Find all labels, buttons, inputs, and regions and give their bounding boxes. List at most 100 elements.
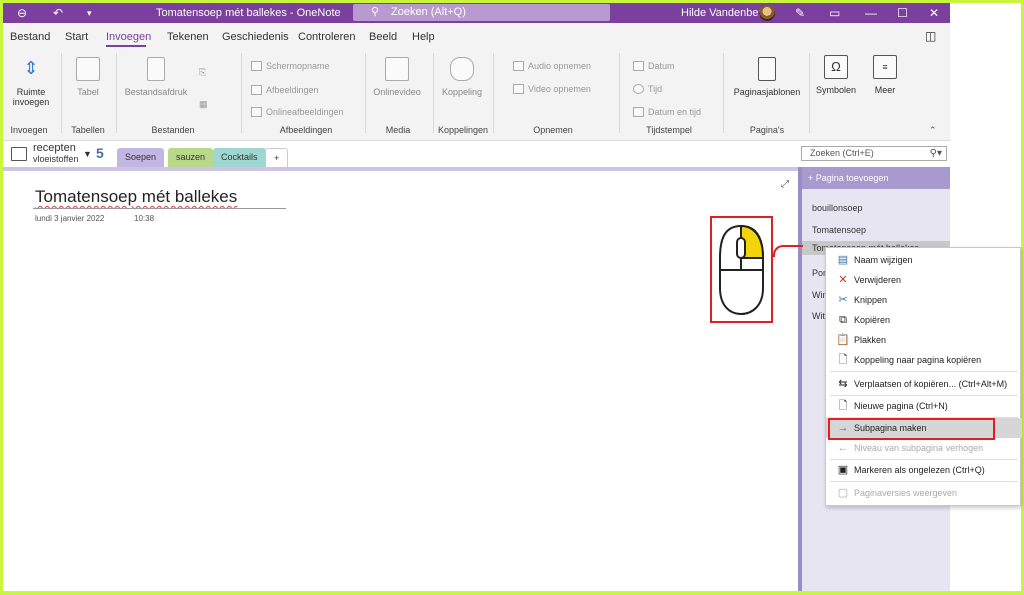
menu-item-paste[interactable]: 📋 Plakken bbox=[826, 330, 1022, 350]
group-separator bbox=[116, 53, 117, 133]
record-audio-label: Audio opnemen bbox=[528, 61, 592, 71]
notebook-icon[interactable] bbox=[11, 147, 27, 161]
tab-start[interactable]: Start bbox=[65, 31, 88, 43]
minimize-button[interactable]: — bbox=[865, 3, 877, 23]
insert-space-button[interactable]: ⇕ Ruimte invoegen bbox=[9, 57, 53, 107]
title-underline bbox=[33, 208, 286, 209]
tab-help[interactable]: Help bbox=[412, 31, 435, 43]
page-item[interactable]: bouillonsoep bbox=[812, 203, 863, 213]
page-canvas[interactable]: Tomatensoep mét ballekes lundi 3 janvier… bbox=[3, 167, 798, 591]
page-templates-label: Paginasjablonen bbox=[733, 87, 801, 97]
search-box[interactable]: ⚲ Zoeken (Alt+Q) bbox=[353, 4, 610, 21]
group-separator bbox=[365, 53, 366, 133]
table-button[interactable]: Tabel bbox=[68, 57, 108, 97]
clock-icon bbox=[633, 84, 644, 94]
menu-item-label: Naam wijzigen bbox=[854, 255, 913, 265]
record-video-button[interactable]: Video opnemen bbox=[513, 84, 591, 94]
spreadsheet-icon[interactable]: ▦ bbox=[199, 99, 208, 110]
page-templates-button[interactable]: Paginasjablonen bbox=[731, 57, 803, 97]
sync-icon[interactable]: 5 bbox=[96, 145, 104, 161]
group-label-tabellen: Tabellen bbox=[71, 125, 105, 135]
collapse-ribbon-icon[interactable]: ⌃ bbox=[929, 125, 937, 136]
file-printout-button[interactable]: Bestandsafdruk bbox=[121, 57, 191, 97]
delete-x-icon: ✕ bbox=[838, 274, 848, 286]
omega-icon: Ω bbox=[824, 55, 848, 79]
online-video-button[interactable]: Onlinevideo bbox=[371, 57, 423, 97]
back-arrow-icon[interactable]: ⊖ bbox=[17, 3, 27, 23]
tab-controleren[interactable]: Controleren bbox=[298, 31, 355, 43]
rename-icon: ▤ bbox=[837, 254, 849, 266]
screenshot-icon bbox=[251, 61, 262, 71]
menu-item-promote-subpage[interactable]: ← Niveau van subpagina verhogen bbox=[826, 438, 1022, 458]
menu-item-label: Knippen bbox=[854, 295, 888, 305]
tab-tekenen[interactable]: Tekenen bbox=[167, 31, 209, 43]
user-name[interactable]: Hilde Vandenberk bbox=[681, 3, 768, 23]
find-input[interactable]: Zoeken (Ctrl+E) ⚲▾ bbox=[801, 146, 947, 161]
right-click-annotation bbox=[710, 216, 773, 323]
add-page-button[interactable]: + Pagina toevoegen bbox=[802, 167, 950, 189]
menu-item-label: Verplaatsen of kopiëren... (Ctrl+Alt+M) bbox=[854, 379, 1008, 389]
tab-geschiedenis[interactable]: Geschiedenis bbox=[222, 31, 289, 43]
section-tab-sauzen[interactable]: sauzen bbox=[168, 148, 214, 167]
page-item[interactable]: Tomatensoep bbox=[812, 225, 866, 235]
menu-item-rename[interactable]: ▤ Naam wijzigen bbox=[826, 250, 1022, 270]
menu-item-copy-link[interactable]: 🗋 Koppeling naar pagina kopiëren bbox=[826, 350, 1022, 370]
time-button[interactable]: Tijd bbox=[633, 84, 662, 94]
link-button[interactable]: Koppeling bbox=[439, 57, 485, 97]
pen-icon[interactable]: ✎ bbox=[795, 3, 805, 23]
notebook-name-line2[interactable]: vloeistoffen bbox=[33, 154, 78, 164]
maximize-button[interactable]: ☐ bbox=[897, 3, 908, 23]
search-icon[interactable]: ⚲▾ bbox=[930, 147, 942, 160]
close-button[interactable]: ✕ bbox=[929, 3, 939, 23]
quick-access-menu-icon[interactable]: ▾ bbox=[87, 3, 92, 23]
microphone-icon bbox=[513, 61, 524, 71]
menu-item-delete[interactable]: ✕ Verwijderen bbox=[826, 270, 1022, 290]
chevron-down-icon[interactable]: ▼ bbox=[83, 149, 92, 159]
ribbon-display-icon[interactable]: ▭ bbox=[829, 3, 840, 23]
page-title[interactable]: Tomatensoep mét ballekes bbox=[35, 187, 237, 207]
file-printout-label: Bestandsafdruk bbox=[124, 87, 188, 97]
video-camera-icon bbox=[513, 84, 524, 94]
images-button[interactable]: Afbeeldingen bbox=[251, 85, 319, 95]
expand-icon[interactable]: ⤢ bbox=[781, 179, 789, 190]
tab-beeld[interactable]: Beeld bbox=[369, 31, 397, 43]
group-label-koppelingen: Koppelingen bbox=[437, 125, 489, 135]
group-label-afbeeldingen: Afbeeldingen bbox=[279, 125, 333, 135]
menu-item-label: Nieuwe pagina (Ctrl+N) bbox=[854, 401, 948, 411]
screenshot-button[interactable]: Schermopname bbox=[251, 61, 330, 71]
menu-item-move-copy[interactable]: ⇆ Verplaatsen of kopiëren... (Ctrl+Alt+M) bbox=[826, 374, 1022, 394]
section-tab-cocktails[interactable]: Cocktails bbox=[213, 148, 266, 167]
group-label-tijdstempel: Tijdstempel bbox=[646, 125, 692, 135]
menu-item-copy[interactable]: ⧉ Kopiëren bbox=[826, 310, 1022, 330]
menu-item-cut[interactable]: ✂ Knippen bbox=[826, 290, 1022, 310]
menu-item-label: Niveau van subpagina verhogen bbox=[854, 443, 984, 453]
menu-item-mark-unread[interactable]: ▣ Markeren als ongelezen (Ctrl+Q) bbox=[826, 460, 1022, 480]
more-button[interactable]: ≡ Meer bbox=[865, 55, 905, 95]
menu-item-page-versions[interactable]: ▢ Paginaversies weergeven bbox=[826, 483, 1022, 503]
group-label-opnemen: Opnemen bbox=[533, 125, 573, 135]
comments-icon[interactable]: ◫ bbox=[925, 29, 936, 43]
tab-invoegen[interactable]: Invoegen bbox=[106, 31, 151, 43]
tab-bestand[interactable]: Bestand bbox=[10, 31, 50, 43]
undo-icon[interactable]: ↶ bbox=[53, 3, 63, 23]
new-page-icon: 🗋 bbox=[838, 400, 848, 412]
add-section-button[interactable]: + bbox=[265, 148, 289, 167]
date-button[interactable]: Datum bbox=[633, 61, 675, 71]
menu-item-new-page[interactable]: 🗋 Nieuwe pagina (Ctrl+N) bbox=[826, 396, 1022, 416]
group-separator bbox=[241, 53, 242, 133]
online-images-button[interactable]: Onlineafbeeldingen bbox=[251, 107, 344, 117]
attach-file-icon[interactable]: ⎘ bbox=[199, 67, 206, 78]
section-tab-soepen[interactable]: Soepen bbox=[117, 148, 165, 167]
menu-item-label: Plakken bbox=[854, 335, 887, 345]
record-audio-button[interactable]: Audio opnemen bbox=[513, 61, 591, 71]
calendar-clock-icon bbox=[633, 107, 644, 117]
menu-item-label: Koppeling naar pagina kopiëren bbox=[854, 355, 982, 365]
group-separator bbox=[61, 53, 62, 133]
unread-icon: ▣ bbox=[837, 464, 849, 476]
outdent-arrow-icon: ← bbox=[837, 442, 849, 454]
avatar[interactable] bbox=[759, 5, 775, 21]
symbols-button[interactable]: Ω Symbolen bbox=[815, 55, 857, 95]
group-label-media: Media bbox=[385, 125, 411, 135]
date-time-button[interactable]: Datum en tijd bbox=[633, 107, 701, 117]
notebook-name[interactable]: recepten bbox=[33, 142, 76, 154]
